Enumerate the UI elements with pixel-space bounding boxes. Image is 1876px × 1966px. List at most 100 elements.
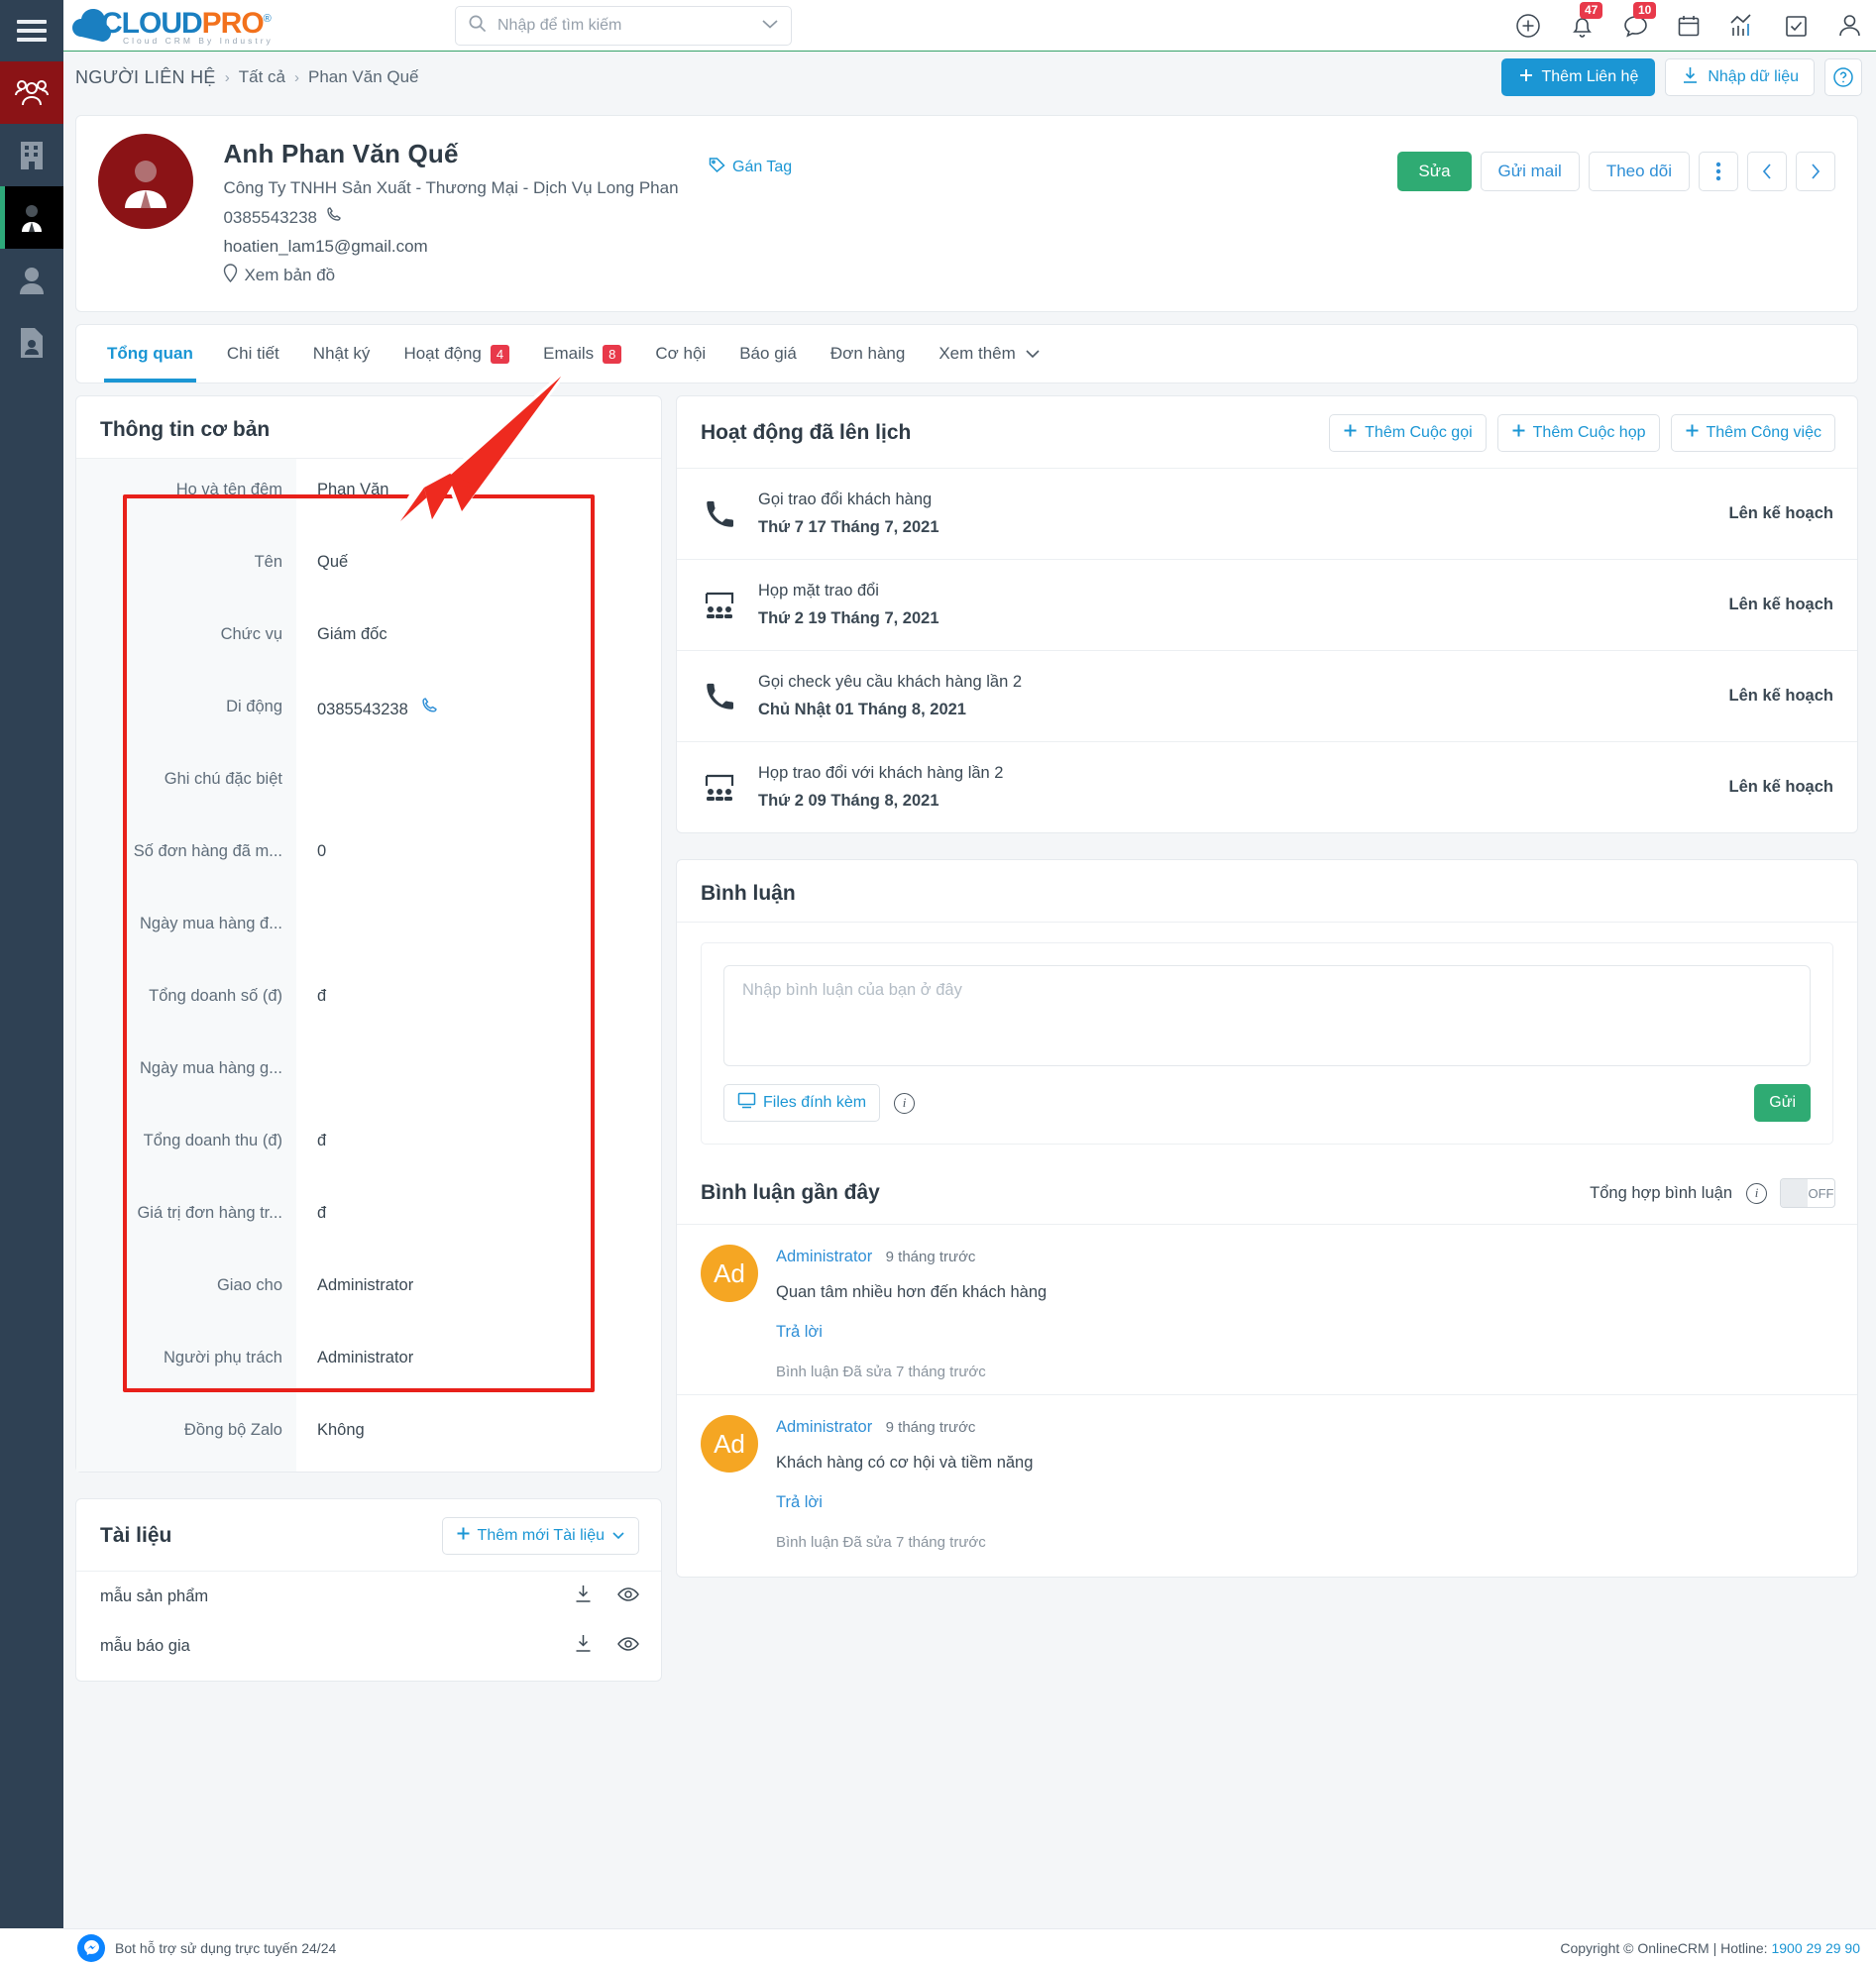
activity-row[interactable]: Họp mặt trao đổi Thứ 2 19 Tháng 7, 2021 …: [677, 560, 1857, 651]
attach-files-button[interactable]: Files đính kèm: [723, 1084, 881, 1122]
hamburger-menu-button[interactable]: [0, 0, 63, 61]
search-input[interactable]: Nhập để tìm kiếm: [497, 17, 761, 35]
info-row: Di động 0385543238: [76, 676, 661, 748]
view-eye-icon[interactable]: [617, 1636, 639, 1657]
previous-record-button[interactable]: [1747, 152, 1787, 191]
assign-tag-button[interactable]: Gán Tag: [709, 157, 792, 178]
sidebar-item-contact-person[interactable]: [0, 186, 63, 249]
import-data-label: Nhập dữ liệu: [1708, 68, 1799, 85]
chat-icon[interactable]: 10: [1622, 2, 1657, 39]
follow-button[interactable]: Theo dõi: [1588, 152, 1690, 191]
left-rail: [0, 0, 63, 1928]
tab-tong-quan[interactable]: Tổng quan: [90, 325, 210, 382]
comment-item: Ad Administrator 9 tháng trước Khách hàn…: [677, 1394, 1857, 1577]
info-value-mobile: 0385543238: [296, 676, 661, 748]
add-call-button[interactable]: Thêm Cuộc gọi: [1329, 414, 1487, 452]
info-label: Người phụ trách: [76, 1327, 296, 1399]
activity-row[interactable]: Họp trao đổi với khách hàng lần 2 Thứ 2 …: [677, 742, 1857, 832]
tab-xem-them[interactable]: Xem thêm: [922, 325, 1056, 382]
info-label: Giao cho: [76, 1255, 296, 1327]
hotline-link[interactable]: 1900 29 29 90: [1771, 1940, 1860, 1956]
breadcrumb-all[interactable]: Tất cả: [239, 67, 285, 87]
import-data-button[interactable]: Nhập dữ liệu: [1665, 58, 1815, 96]
brand-logo[interactable]: CLOUDPRO® Cloud CRM By Industry: [71, 3, 299, 49]
avatar: [98, 134, 193, 229]
topbar-icon-group: 47 10: [1515, 0, 1862, 52]
tab-don-hang[interactable]: Đơn hàng: [814, 325, 922, 382]
meeting-icon: [703, 774, 736, 802]
global-search[interactable]: Nhập để tìm kiếm: [455, 6, 792, 46]
aggregate-toggle[interactable]: OFF: [1780, 1178, 1835, 1208]
info-value: Giám đốc: [317, 625, 387, 643]
comment-input[interactable]: Nhập bình luận của bạn ở đây: [723, 965, 1811, 1066]
tab-co-hoi[interactable]: Cơ hội: [638, 325, 722, 382]
sidebar-item-contacts-group[interactable]: [0, 61, 63, 124]
help-button[interactable]: [1824, 58, 1862, 96]
chevron-down-icon: [611, 1527, 625, 1545]
download-icon[interactable]: [573, 1584, 594, 1609]
aggregate-toggle-group: Tổng hợp bình luận i OFF: [1590, 1178, 1835, 1208]
add-circle-icon[interactable]: [1515, 13, 1541, 39]
comment-reply-link[interactable]: Trả lời: [776, 1323, 1833, 1342]
plus-icon: [456, 1526, 471, 1546]
activities-action-buttons: Thêm Cuộc gọi Thêm Cuộc họp Thêm Công vi…: [1329, 414, 1835, 452]
tab-bar: Tổng quan Chi tiết Nhật ký Hoạt động 4 E…: [75, 324, 1858, 383]
add-document-button[interactable]: Thêm mới Tài liệu: [441, 1517, 639, 1555]
task-check-icon[interactable]: [1783, 13, 1809, 39]
calendar-icon[interactable]: [1676, 13, 1702, 39]
add-contact-label: Thêm Liên hệ: [1541, 68, 1639, 85]
support-bot-link[interactable]: Bot hỗ trợ sử dụng trực tuyến 24/24: [77, 1933, 336, 1962]
add-task-button[interactable]: Thêm Công việc: [1670, 414, 1835, 452]
info-value: Phan Văn: [317, 481, 389, 498]
info-value: [296, 893, 661, 965]
bell-icon[interactable]: 47: [1569, 2, 1603, 39]
tab-hoat-dong[interactable]: Hoạt động 4: [386, 325, 526, 382]
sidebar-item-companies[interactable]: [0, 124, 63, 186]
activities-header: Hoạt động đã lên lịch Thêm Cuộc gọi Thêm…: [677, 396, 1857, 469]
info-row: Ngày mua hàng g...: [76, 1038, 661, 1110]
activity-row[interactable]: Gọi check yêu cầu khách hàng lần 2 Chủ N…: [677, 651, 1857, 742]
tab-chi-tiet[interactable]: Chi tiết: [210, 325, 296, 382]
info-icon[interactable]: i: [1746, 1182, 1767, 1204]
info-row: Đồng bộ Zalo Không: [76, 1399, 661, 1472]
analytics-icon[interactable]: [1729, 13, 1755, 39]
comment-reply-link[interactable]: Trả lời: [776, 1493, 1833, 1512]
phone-icon[interactable]: [421, 698, 438, 718]
edit-button[interactable]: Sửa: [1397, 152, 1472, 191]
chevron-down-icon[interactable]: [761, 17, 779, 35]
more-options-button[interactable]: [1699, 152, 1738, 191]
tab-emails[interactable]: Emails 8: [526, 325, 638, 382]
add-contact-button[interactable]: Thêm Liên hệ: [1500, 58, 1656, 96]
info-value: [296, 1038, 661, 1110]
comment-author[interactable]: Administrator: [776, 1418, 872, 1436]
info-label: Ngày mua hàng g...: [76, 1038, 296, 1110]
send-mail-button[interactable]: Gửi mail: [1480, 152, 1580, 191]
view-map-link[interactable]: Xem bản đồ: [223, 264, 678, 287]
contact-phone: 0385543238: [223, 208, 317, 227]
footer-copyright: Copyright © OnlineCRM | Hotline: 1900 29…: [1560, 1940, 1860, 1956]
sidebar-item-documents[interactable]: [0, 311, 63, 374]
send-comment-button[interactable]: Gửi: [1754, 1084, 1811, 1122]
info-value: Administrator: [317, 1276, 414, 1294]
contact-email[interactable]: hoatien_lam15@gmail.com: [223, 237, 678, 257]
download-icon[interactable]: [573, 1633, 594, 1659]
phone-icon[interactable]: [326, 207, 342, 227]
phone-icon: [703, 499, 736, 529]
breadcrumb-root[interactable]: NGƯỜI LIÊN HỆ: [75, 67, 216, 88]
activity-row[interactable]: Gọi trao đổi khách hàng Thứ 7 17 Tháng 7…: [677, 469, 1857, 560]
tab-bao-gia[interactable]: Báo giá: [722, 325, 814, 382]
add-meeting-button[interactable]: Thêm Cuộc họp: [1496, 414, 1660, 452]
user-icon[interactable]: [1836, 13, 1862, 39]
breadcrumb: NGƯỜI LIÊN HỆ › Tất cả › Phan Văn Quế: [75, 67, 419, 88]
plus-icon: [1518, 67, 1534, 88]
building-icon: [18, 140, 46, 171]
info-icon[interactable]: i: [894, 1092, 916, 1114]
tab-nhat-ky[interactable]: Nhật ký: [296, 325, 387, 382]
info-row: Giá trị đơn hàng tr... đ: [76, 1182, 661, 1255]
contact-phone-row: 0385543238: [223, 207, 678, 228]
sidebar-item-leads[interactable]: [0, 249, 63, 311]
next-record-button[interactable]: [1796, 152, 1835, 191]
comment-author[interactable]: Administrator: [776, 1248, 872, 1265]
view-eye-icon[interactable]: [617, 1586, 639, 1607]
view-map-label: Xem bản đồ: [244, 266, 336, 284]
